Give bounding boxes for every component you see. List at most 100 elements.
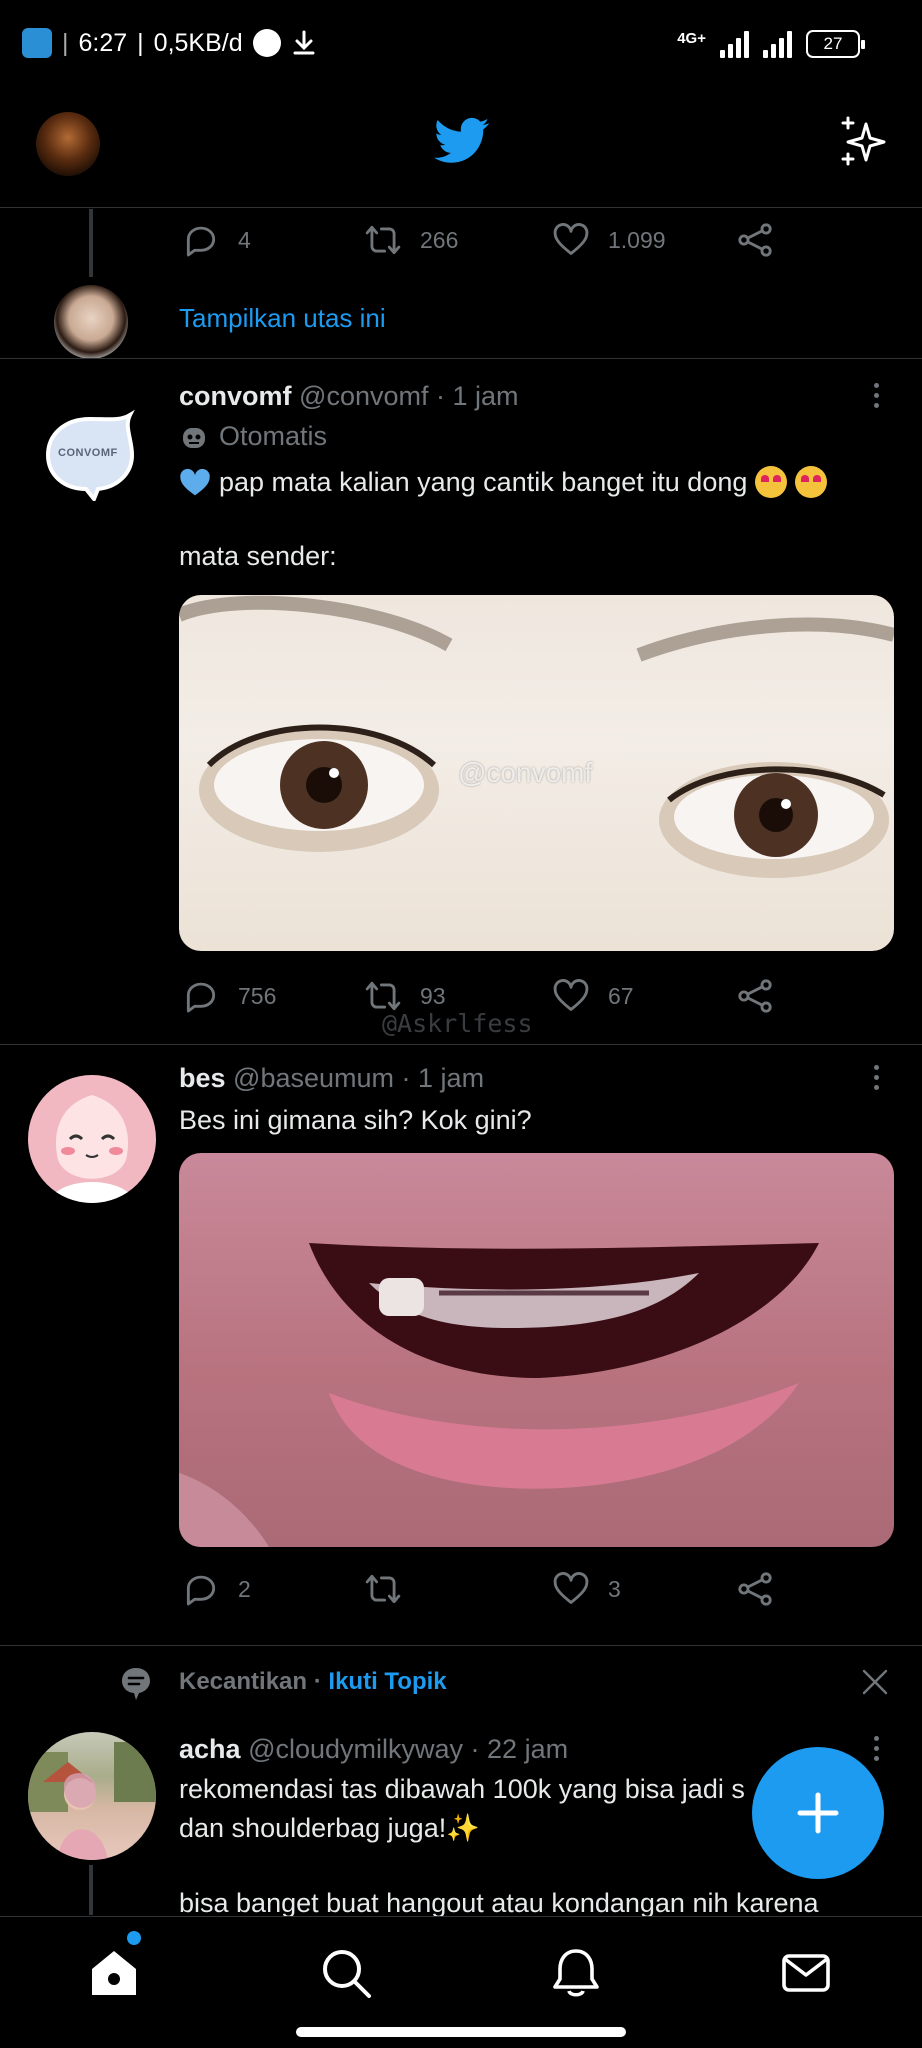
home-icon[interactable] [88,1947,140,1999]
author-name[interactable]: bes [179,1063,226,1093]
tweet-time: · 1 jam [401,1063,485,1093]
status-separator: | [62,28,69,57]
tweet-actions: 2 3 [0,1570,922,1626]
overlay-watermark: @Askrlfess [382,1009,533,1038]
heart-icon [553,1572,589,1604]
profile-avatar[interactable] [36,112,100,176]
share-icon [738,223,772,257]
author-name[interactable]: acha [179,1734,241,1764]
whatsapp-icon [252,29,281,57]
share-icon [738,1572,772,1606]
avatar-label: CONVOMF [58,447,118,459]
tweet-text-line: mata sender: [179,541,337,571]
show-thread-row[interactable]: Tampilkan utas ini [0,277,922,359]
tweet-image[interactable] [179,1153,894,1547]
blue-heart-emoji-icon [180,468,210,496]
plus-icon [797,1792,839,1834]
status-time: 6:27 [78,28,128,57]
topic-icon[interactable] [120,1666,152,1702]
reply-icon [186,226,216,257]
tweet-text-line: pap mata kalian yang cantik banget itu d… [219,467,748,497]
author-avatar[interactable] [28,1075,156,1203]
tweet-card[interactable]: bes @baseumum · 1 jam Bes ini gimana sih… [0,1045,922,1645]
tweet-time: · 22 jam [470,1734,569,1764]
thread-line [89,1865,93,1915]
compose-tweet-button[interactable] [752,1747,884,1879]
messages-envelope-icon[interactable] [780,1947,832,1999]
network-type: 4G+ [677,30,706,47]
tweet-text: Bes ini gimana sih? Kok gini? [179,1105,532,1135]
heart-eyes-emoji-icon [795,466,828,498]
heart-eyes-emoji-icon [755,466,788,498]
share-icon [738,979,772,1013]
signal-icon-2 [763,30,792,58]
reply-button[interactable]: 4 [182,221,251,259]
retweet-icon [365,225,401,255]
reply-icon [186,1575,216,1606]
twitter-logo-icon[interactable] [434,116,490,166]
smile-illustration [179,1243,819,1547]
battery-icon: 27 [806,30,865,58]
notifications-bell-icon[interactable] [550,1947,602,1999]
prev-tweet-actions: 4 266 1.099 [0,209,922,269]
author-handle[interactable]: @convomf [299,381,428,411]
reply-button[interactable]: 2 [182,1570,251,1608]
topic-row: Kecantikan · Ikuti Topik [0,1646,922,1710]
tweet-text-line: dan shoulderbag juga!✨ [179,1813,480,1843]
heart-icon [553,979,589,1011]
retweet-icon [365,1574,401,1604]
reply-count: 4 [238,226,251,253]
reply-icon [186,982,216,1013]
show-thread-link[interactable]: Tampilkan utas ini [179,303,386,334]
share-button[interactable] [736,221,774,259]
bottom-navigation [0,1916,922,2048]
search-icon[interactable] [320,1947,372,1999]
topic-separator: · [313,1668,322,1695]
retweet-button[interactable] [364,1570,420,1608]
tweet-image[interactable]: @convomf [179,595,894,951]
reply-button[interactable]: 756 [182,977,276,1015]
thread-avatar[interactable] [54,285,128,359]
reply-count: 756 [238,982,277,1009]
more-options-icon[interactable] [874,1065,882,1090]
reply-count: 2 [238,1575,251,1602]
author-handle[interactable]: @cloudymilkyway [248,1734,463,1764]
more-options-icon[interactable] [874,1736,882,1761]
sparkle-icon[interactable] [836,114,892,170]
like-count: 3 [608,1575,621,1602]
like-button[interactable]: 1.099 [552,221,666,259]
status-bar: | 6:27 | 0,5KB/d 4G+ 27 [0,0,922,100]
battery-level: 27 [823,34,843,53]
status-separator: | [137,28,144,57]
like-button[interactable]: 3 [552,1570,621,1608]
close-icon[interactable] [861,1668,889,1696]
topic-name[interactable]: Kecantikan [179,1668,307,1695]
robot-icon [183,427,205,448]
like-count: 67 [608,982,634,1009]
retweet-count: 266 [420,226,459,253]
gesture-bar[interactable] [296,2027,626,2037]
home-notification-dot [127,1931,141,1945]
follow-topic-link[interactable]: Ikuti Topik [328,1668,446,1695]
author-avatar[interactable]: CONVOMF [44,409,136,503]
author-handle[interactable]: @baseumum [233,1063,394,1093]
heart-icon [553,223,589,255]
tweet-time: · 1 jam [436,381,519,411]
automated-label: Otomatis [219,421,328,451]
author-avatar[interactable] [28,1732,156,1860]
more-options-icon[interactable] [874,383,882,408]
like-button[interactable]: 67 [552,977,634,1015]
retweet-button[interactable]: 266 [364,221,458,259]
signal-icon [720,30,749,58]
tweet-card[interactable]: CONVOMF convomf @convomf · 1 jam Otomati… [0,359,922,1044]
share-button[interactable] [736,977,774,1015]
tweet-text-line: rekomendasi tas dibawah 100k yang bisa j… [179,1774,745,1804]
retweet-count: 93 [420,982,446,1009]
person-photo-illustration [28,1742,156,1860]
share-button[interactable] [736,1570,774,1608]
peach-character-icon [48,1095,136,1203]
author-name[interactable]: convomf [179,381,292,411]
image-watermark: @convomf [458,757,593,788]
like-count: 1.099 [608,226,666,253]
notification-app-icon [22,28,52,58]
